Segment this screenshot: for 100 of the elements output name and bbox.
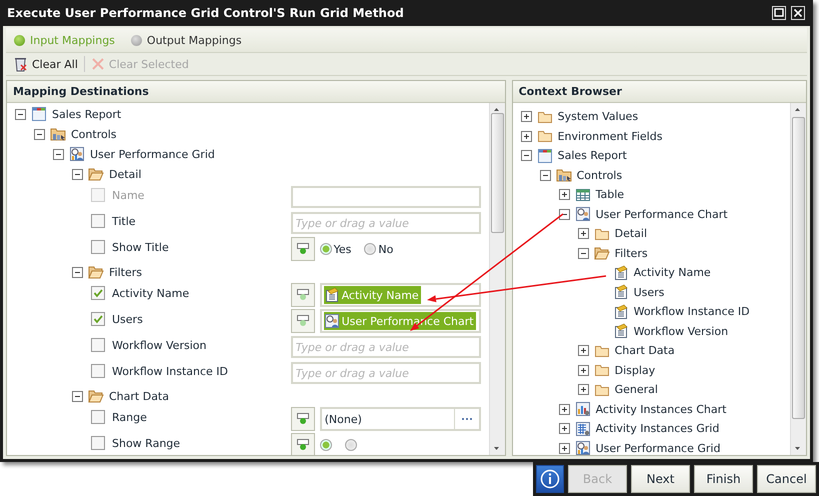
- expand-toggle[interactable]: [578, 384, 589, 396]
- field-label: Workflow Instance ID: [112, 364, 228, 378]
- expand-toggle[interactable]: [558, 442, 570, 454]
- mappings-tab[interactable]: Output Mappings: [130, 34, 242, 46]
- value-field[interactable]: Type or drag a value: [290, 362, 481, 384]
- tree-item[interactable]: Activity Instances Grid: [596, 422, 720, 436]
- chart-control-icon: [69, 146, 85, 162]
- mapping-icon: [296, 314, 310, 328]
- field-label: Title: [112, 214, 136, 228]
- value-field[interactable]: Type or drag a value: [290, 212, 481, 234]
- checkbox[interactable]: [91, 214, 105, 228]
- mapping-button[interactable]: [290, 407, 315, 431]
- expand-toggle[interactable]: [558, 423, 570, 434]
- report-icon: [31, 106, 47, 122]
- open-folder-icon: [88, 388, 104, 404]
- tree-item[interactable]: Table: [596, 188, 624, 202]
- expand-toggle[interactable]: [558, 404, 570, 415]
- tree-item[interactable]: Workflow Version: [634, 324, 728, 338]
- property-icon: [612, 304, 629, 320]
- mapping-icon: [296, 412, 310, 426]
- tree-item[interactable]: Filters: [614, 246, 648, 260]
- value-field[interactable]: [290, 186, 481, 208]
- tree-item[interactable]: User Performance Grid: [90, 148, 215, 160]
- mapping-button[interactable]: [290, 237, 315, 261]
- panel-title: Mapping Destinations: [7, 81, 505, 103]
- chart-control-icon: [574, 206, 591, 222]
- clear-all-button[interactable]: Clear All: [14, 56, 78, 72]
- tree-item[interactable]: Controls: [576, 168, 622, 182]
- window-title: Execute User Performance Grid Control'S Run Grid Method: [7, 6, 404, 20]
- field-label: Activity Name: [112, 286, 190, 300]
- open-folder-icon: [594, 245, 610, 262]
- radio-circle-icon: [320, 439, 332, 451]
- tree-item[interactable]: Controls: [71, 128, 116, 140]
- checkbox[interactable]: [91, 240, 105, 254]
- value-dropdown[interactable]: (None): [320, 407, 481, 431]
- expand-toggle[interactable]: [578, 364, 589, 376]
- checkmark-icon: [93, 288, 103, 298]
- field-label: Name: [112, 188, 144, 202]
- wizard-button[interactable]: Next: [631, 465, 690, 493]
- info-button[interactable]: [536, 465, 564, 493]
- tree-item[interactable]: Chart Data: [109, 390, 169, 402]
- property-icon: [612, 284, 629, 300]
- radio-button[interactable]: [320, 439, 332, 451]
- maximize-icon[interactable]: [771, 5, 787, 21]
- mapping-button[interactable]: [290, 433, 315, 455]
- expand-toggle[interactable]: [558, 189, 570, 200]
- mapping-icon: [296, 288, 310, 302]
- tree-item[interactable]: Workflow Instance ID: [634, 305, 750, 318]
- checkbox[interactable]: [91, 312, 105, 326]
- expand-toggle[interactable]: [520, 111, 532, 122]
- expand-toggle[interactable]: [578, 228, 589, 240]
- folder-icon: [594, 362, 610, 378]
- tree-item[interactable]: Sales Report: [52, 108, 122, 120]
- tree-item[interactable]: Detail: [109, 168, 142, 180]
- field-label: Users: [112, 312, 143, 326]
- open-folder-icon: [88, 264, 104, 280]
- tree-item[interactable]: Users: [634, 286, 664, 299]
- folder-icon: [536, 128, 553, 144]
- property-icon: [612, 323, 629, 340]
- tree-item[interactable]: General: [614, 383, 658, 396]
- radio-circle-icon: [364, 243, 376, 255]
- report-icon: [536, 148, 553, 164]
- expand-toggle[interactable]: [520, 130, 532, 142]
- radio-circle-icon: [344, 439, 357, 451]
- close-icon[interactable]: [790, 5, 806, 21]
- wizard-button[interactable]: Cancel: [757, 465, 816, 493]
- wizard-button[interactable]: Finish: [694, 465, 753, 493]
- checkbox[interactable]: [91, 338, 105, 352]
- tree-item[interactable]: Filters: [109, 266, 142, 278]
- tree-item[interactable]: User Performance Chart: [596, 208, 728, 221]
- mapping-button[interactable]: [290, 309, 315, 333]
- checkbox[interactable]: [91, 436, 105, 450]
- tree-item[interactable]: Sales Report: [558, 149, 627, 162]
- bar-chart-icon: [574, 401, 591, 418]
- value-field[interactable]: Type or drag a value: [290, 336, 481, 358]
- trash-icon: [14, 56, 28, 72]
- checkbox[interactable]: [91, 364, 105, 378]
- chart-control-icon: [324, 313, 340, 329]
- property-icon: [324, 287, 340, 303]
- controls-folder-icon: [50, 126, 66, 142]
- mapping-button[interactable]: [290, 283, 315, 307]
- info-icon: [540, 469, 560, 489]
- tree-item[interactable]: Activity Instances Chart: [596, 402, 726, 416]
- tree-item[interactable]: System Values: [558, 110, 638, 124]
- tree-item[interactable]: Activity Name: [634, 266, 711, 280]
- radio-option[interactable]: Yes: [320, 242, 352, 256]
- field-label: Workflow Version: [112, 338, 206, 352]
- checkbox[interactable]: [91, 286, 105, 300]
- radio-button[interactable]: [344, 439, 357, 451]
- controls-folder-icon: [556, 167, 572, 184]
- mapping-icon: [296, 438, 310, 452]
- expand-toggle[interactable]: [578, 345, 589, 356]
- tree-item[interactable]: Detail: [614, 227, 647, 240]
- tree-item[interactable]: Environment Fields: [558, 130, 662, 143]
- tree-item[interactable]: Chart Data: [614, 344, 675, 358]
- radio-option[interactable]: No: [364, 242, 394, 256]
- checkbox[interactable]: [91, 410, 105, 424]
- tree-item[interactable]: Display: [614, 364, 656, 377]
- mapping-icon: [296, 242, 310, 256]
- tree-item[interactable]: User Performance Grid: [596, 442, 720, 455]
